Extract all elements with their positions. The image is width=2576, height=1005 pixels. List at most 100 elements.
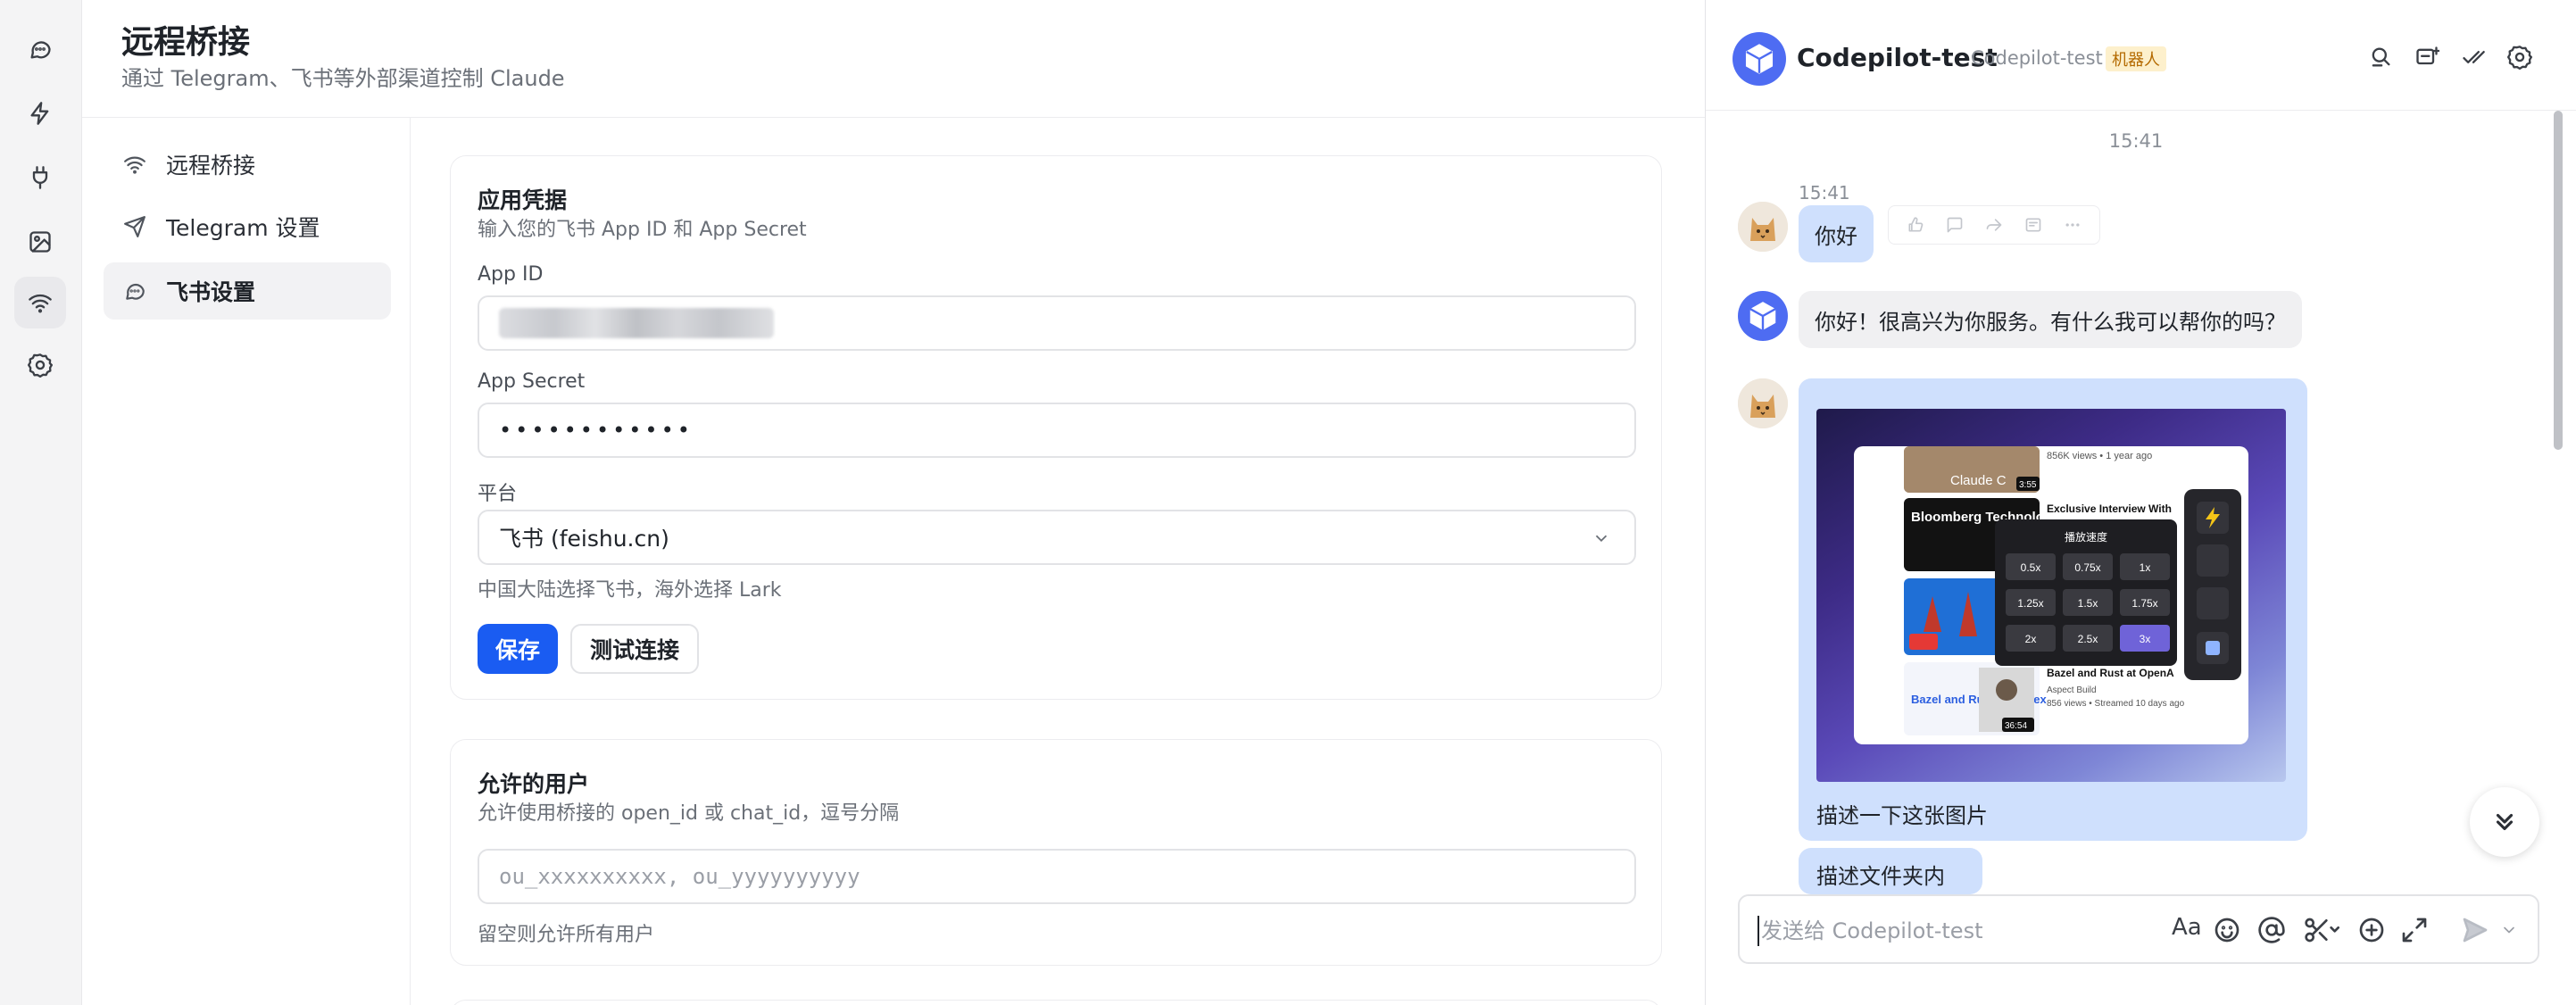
video-title: Bazel and Rust at OpenA	[2047, 667, 2174, 679]
platform-hint: 中国大陆选择飞书，海外选择 Lark	[478, 579, 782, 602]
message-input[interactable]: 发送给 Codepilot-test	[1757, 916, 2150, 946]
send-icon	[124, 216, 145, 237]
chat-subname: Codepilot-test	[1971, 47, 2103, 69]
chevron-down-icon	[1591, 527, 1611, 547]
reply-icon[interactable]	[1946, 216, 1964, 234]
chat-name: Codepilot-test	[1797, 43, 1998, 72]
chat-icon[interactable]	[14, 23, 66, 75]
video-duration: 3:55	[2019, 480, 2037, 490]
cat-avatar-icon	[1738, 378, 1788, 428]
app-secret-label: App Secret	[478, 370, 586, 393]
chevron-down-icon[interactable]	[2500, 916, 2518, 944]
scrollbar[interactable]	[2554, 111, 2563, 450]
mention-icon[interactable]	[2257, 916, 2286, 944]
save-button[interactable]: 保存	[478, 624, 559, 674]
plug-icon[interactable]	[14, 152, 66, 203]
forward-icon[interactable]	[1985, 216, 2003, 234]
wifi-icon[interactable]	[14, 277, 66, 328]
gear-icon[interactable]	[14, 339, 66, 391]
search-icon[interactable]	[2368, 45, 2393, 70]
attached-image[interactable]: Claude C 3:55 856K views • 1 year ago Bl…	[1816, 409, 2286, 782]
settings-icon[interactable]	[2507, 45, 2532, 71]
user-avatar[interactable]	[1738, 378, 1788, 428]
nav-item-telegram[interactable]: Telegram 设置	[104, 198, 391, 255]
text-format-button[interactable]: Aa	[2172, 914, 2202, 941]
more-icon[interactable]	[2064, 216, 2082, 234]
add-chat-icon[interactable]	[2414, 45, 2441, 70]
emoji-icon[interactable]	[2213, 916, 2241, 944]
credentials-card: 应用凭据 输入您的飞书 App ID 和 App Secret App ID A…	[450, 155, 1662, 700]
nav-item-remote-bridge[interactable]: 远程桥接	[104, 136, 391, 193]
chat-header: Codepilot-test Codepilot-test 机器人	[1706, 0, 2576, 111]
card-description: 输入您的飞书 App ID 和 App Secret	[478, 219, 807, 241]
send-icon[interactable]	[2461, 916, 2489, 944]
message-time: 15:41	[1799, 182, 1850, 203]
video-title: Exclusive Interview With	[2047, 502, 2172, 515]
card-description: 允许使用桥接的 open_id 或 chat_id，逗号分隔	[478, 802, 900, 825]
message-bubble[interactable]: 你好	[1799, 205, 1874, 262]
allowed-users-hint: 留空则允许所有用户	[478, 924, 655, 946]
app-id-field[interactable]	[478, 295, 1636, 351]
thumb-text: Claude C	[1950, 473, 2007, 488]
allowed-users-input[interactable]: ou_xxxxxxxxxx, ou_yyyyyyyyyy	[478, 849, 1636, 904]
settings-nav: 远程桥接 Telegram 设置 飞书设置	[82, 118, 411, 1005]
message-composer[interactable]: 发送给 Codepilot-test Aa	[1738, 894, 2539, 964]
user-avatar[interactable]	[1738, 202, 1788, 252]
platform-select[interactable]: 飞书 (feishu.cn)	[478, 510, 1636, 565]
app-secret-field[interactable]: ••••••••••••	[478, 403, 1636, 458]
speed-option-label: 1.75x	[2131, 597, 2157, 610]
message-bubble[interactable]: 描述文件夹内容	[1799, 848, 1982, 920]
nav-item-label: 飞书设置	[166, 279, 256, 305]
test-connection-button[interactable]: 测试连接	[570, 624, 700, 674]
speed-option-label: 3x	[2140, 633, 2151, 645]
app-secret-value: ••••••••••••	[499, 418, 694, 443]
message-toolbar	[1888, 205, 2100, 245]
page-subtitle: 通过 Telegram、飞书等外部渠道控制 Claude	[121, 66, 565, 91]
input-placeholder: ou_xxxxxxxxxx, ou_yyyyyyyyyy	[499, 864, 860, 889]
scissors-icon[interactable]	[2302, 916, 2341, 944]
speed-option-label: 0.5x	[2021, 561, 2041, 574]
icon-rail	[0, 0, 82, 1005]
quote-icon[interactable]	[2024, 216, 2042, 234]
thumbs-up-icon[interactable]	[1907, 216, 1924, 234]
card-title: 允许的用户	[478, 771, 590, 797]
speed-option-label: 2.5x	[2078, 633, 2098, 645]
speed-option-label: 0.75x	[2074, 561, 2100, 574]
time-divider: 15:41	[2108, 130, 2164, 152]
allowed-users-card: 允许的用户 允许使用桥接的 open_id 或 chat_id，逗号分隔 ou_…	[450, 739, 1662, 966]
speed-option-label: 1x	[2140, 561, 2151, 574]
scroll-to-bottom-button[interactable]	[2470, 787, 2539, 857]
chat-panel: Codepilot-test Codepilot-test 机器人 15:41 …	[1705, 0, 2576, 1005]
cube-icon	[1749, 302, 1776, 330]
page-header: 远程桥接 通过 Telegram、飞书等外部渠道控制 Claude	[82, 0, 1705, 118]
expand-icon[interactable]	[2400, 916, 2429, 944]
wifi-icon	[124, 156, 145, 174]
app-id-label: App ID	[478, 263, 544, 286]
double-chevron-down-icon	[2496, 813, 2514, 831]
plus-circle-icon[interactable]	[2357, 916, 2386, 944]
nav-item-label: Telegram 设置	[166, 215, 320, 241]
platform-label: 平台	[478, 483, 518, 505]
nav-item-feishu[interactable]: 飞书设置	[104, 262, 391, 320]
redacted-value	[499, 308, 774, 338]
platform-value: 飞书 (feishu.cn)	[499, 526, 669, 552]
speed-panel-title: 播放速度	[2065, 530, 2107, 544]
speed-option-label: 2x	[2025, 633, 2037, 645]
next-card	[450, 1000, 1662, 1005]
video-duration: 36:54	[2005, 721, 2027, 731]
image-message[interactable]: Claude C 3:55 856K views • 1 year ago Bl…	[1799, 378, 2307, 841]
message-bubble[interactable]: 你好！很高兴为你服务。有什么我可以帮你的吗？	[1799, 291, 2302, 348]
bolt-icon[interactable]	[14, 87, 66, 139]
video-meta: 856 views • Streamed 10 days ago	[2047, 699, 2185, 709]
image-icon[interactable]	[14, 216, 66, 268]
bot-badge: 机器人	[2106, 46, 2166, 71]
bot-avatar[interactable]	[1733, 32, 1786, 86]
speed-option-label: 1.25x	[2017, 597, 2043, 610]
video-channel: Aspect Build	[2047, 685, 2097, 695]
chat-bubble-icon	[126, 283, 145, 300]
image-caption: 描述一下这张图片	[1816, 803, 1988, 828]
check-icon[interactable]	[2461, 45, 2486, 70]
nav-item-label: 远程桥接	[166, 153, 256, 179]
bot-avatar[interactable]	[1738, 291, 1788, 341]
cube-icon	[1745, 44, 1774, 74]
